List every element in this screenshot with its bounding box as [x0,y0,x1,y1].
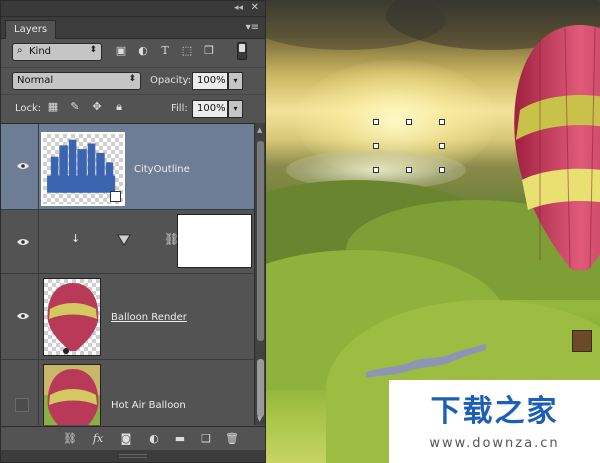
layer-name[interactable]: CityOutline [134,164,190,175]
layer-row-hot-air-balloon[interactable]: Hot Air Balloon [1,360,254,425]
app-window: 下载之家 www.downza.cn ◂◂ ✕ Layers ▾≡ ⌕ Kind… [0,0,600,463]
layer-row-balloon-render[interactable]: Balloon Render [1,274,254,360]
transform-handle-tm[interactable] [406,119,412,125]
type-filter-icon[interactable]: T [157,43,173,59]
balloon-thumbnail-image [47,283,99,354]
fill-label: Fill: [171,103,188,114]
kind-filter-value: Kind [29,46,52,57]
close-icon[interactable]: ✕ [251,2,259,13]
watermark-banner: 下载之家 www.downza.cn [389,380,600,463]
layer-style-fx-icon[interactable]: fx [89,431,107,447]
transform-handle-ml[interactable] [373,143,379,149]
panel-footer: ⛓︎ fx ◙ ◐ ▬ ❑ 🗑︎ [1,426,265,450]
filter-row: ⌕ Kind ⬍ ▣ ◐ T ⬚ ❐ [1,39,265,65]
layer-thumbnail[interactable] [41,132,125,206]
search-icon: ⌕ [17,45,23,56]
fill-input[interactable]: 100% [192,100,228,118]
layer-list[interactable]: CityOutline ↓ ⛓︎ Balloon Render Hot Air … [1,123,254,425]
lock-all-icon[interactable]: 🔒︎ [111,99,127,115]
new-group-folder-icon[interactable]: ▬ [171,431,189,447]
scroll-up-icon[interactable]: ▲ [257,126,262,134]
panel-title-bar[interactable]: ◂◂ ✕ [1,1,265,17]
collapse-icon[interactable]: ◂◂ [234,3,243,13]
scroll-thumb[interactable] [257,141,264,341]
chevron-updown-icon: ⬍ [128,74,136,84]
smart-object-badge-icon [110,191,121,202]
filter-toggle-switch[interactable] [237,42,247,60]
watermark-title: 下载之家 [430,394,559,429]
balloon-scene-thumbnail-image [44,365,100,425]
levels-adjustment-icon[interactable] [117,234,131,246]
adjustment-filter-icon[interactable]: ◐ [135,43,151,59]
link-layers-icon[interactable]: ⛓︎ [61,431,79,447]
visibility-column[interactable] [1,124,39,209]
layer-mask-thumbnail[interactable] [177,214,252,268]
transform-handle-bl[interactable] [373,167,379,173]
shape-filter-icon[interactable]: ⬚ [179,43,195,59]
transform-handle-tr[interactable] [439,119,445,125]
visibility-column[interactable] [1,360,39,425]
opacity-label: Opacity: [150,75,192,86]
panel-tab-row: Layers ▾≡ [1,17,265,39]
trash-icon[interactable]: 🗑︎ [223,431,241,447]
lock-position-icon[interactable]: ✥ [89,99,105,115]
layer-list-scrollbar[interactable]: ▲ ▼ [254,123,265,425]
chevron-updown-icon: ⬍ [89,45,97,55]
eye-icon[interactable] [17,312,29,320]
opacity-input[interactable]: 100% [192,72,228,90]
panel-menu-icon[interactable]: ▾≡ [246,22,259,33]
eye-icon[interactable] [17,238,29,246]
lock-row: Lock: ▦ ✎ ✥ 🔒︎ Fill: 100% ▾ [1,94,265,120]
river [366,344,486,378]
fill-dropdown-button[interactable]: ▾ [228,100,243,118]
transform-handle-bm[interactable] [406,167,412,173]
lock-label: Lock: [15,103,42,114]
transform-handle-br[interactable] [439,167,445,173]
hot-air-balloon-image [514,25,600,270]
visibility-column[interactable] [1,210,39,273]
kind-filter-dropdown[interactable]: ⌕ Kind ⬍ [12,43,102,61]
watermark-url: www.downza.cn [429,436,560,451]
add-mask-icon[interactable]: ◙ [117,431,135,447]
scroll-down-icon[interactable]: ▼ [257,415,262,423]
hidden-visibility-box[interactable] [15,398,29,412]
layer-row-cityoutline[interactable]: CityOutline [1,124,254,210]
clipping-mask-arrow-icon: ↓ [71,232,81,245]
blend-mode-value: Normal [17,75,54,86]
visibility-column[interactable] [1,274,39,359]
transform-handle-mr[interactable] [439,143,445,149]
layer-name[interactable]: Hot Air Balloon [111,400,186,411]
opacity-dropdown-button[interactable]: ▾ [228,72,243,90]
smart-object-filter-icon[interactable]: ❐ [201,43,217,59]
transform-handle-tl[interactable] [373,119,379,125]
new-adjustment-layer-icon[interactable]: ◐ [145,431,163,447]
lock-transparent-pixels-icon[interactable]: ▦ [45,99,61,115]
panel-resize-grip[interactable] [1,450,265,462]
eye-icon[interactable] [17,162,29,170]
blend-row: Normal ⬍ Opacity: 100% ▾ [1,67,265,93]
layer-row-adjustment[interactable]: ↓ ⛓︎ [1,210,254,274]
blend-mode-dropdown[interactable]: Normal ⬍ [12,72,141,90]
scroll-thumb-secondary[interactable] [257,359,264,417]
layer-name[interactable]: Balloon Render [111,312,187,323]
lock-image-pixels-icon[interactable]: ✎ [67,99,83,115]
layer-thumbnail[interactable] [43,364,101,425]
tab-layers[interactable]: Layers [5,20,57,39]
balloon-basket [572,330,592,352]
new-layer-icon[interactable]: ❑ [197,431,215,447]
layer-thumbnail[interactable] [43,278,101,356]
layers-panel: ◂◂ ✕ Layers ▾≡ ⌕ Kind ⬍ ▣ ◐ T ⬚ ❐ Normal… [0,0,266,463]
pixel-filter-icon[interactable]: ▣ [113,43,129,59]
